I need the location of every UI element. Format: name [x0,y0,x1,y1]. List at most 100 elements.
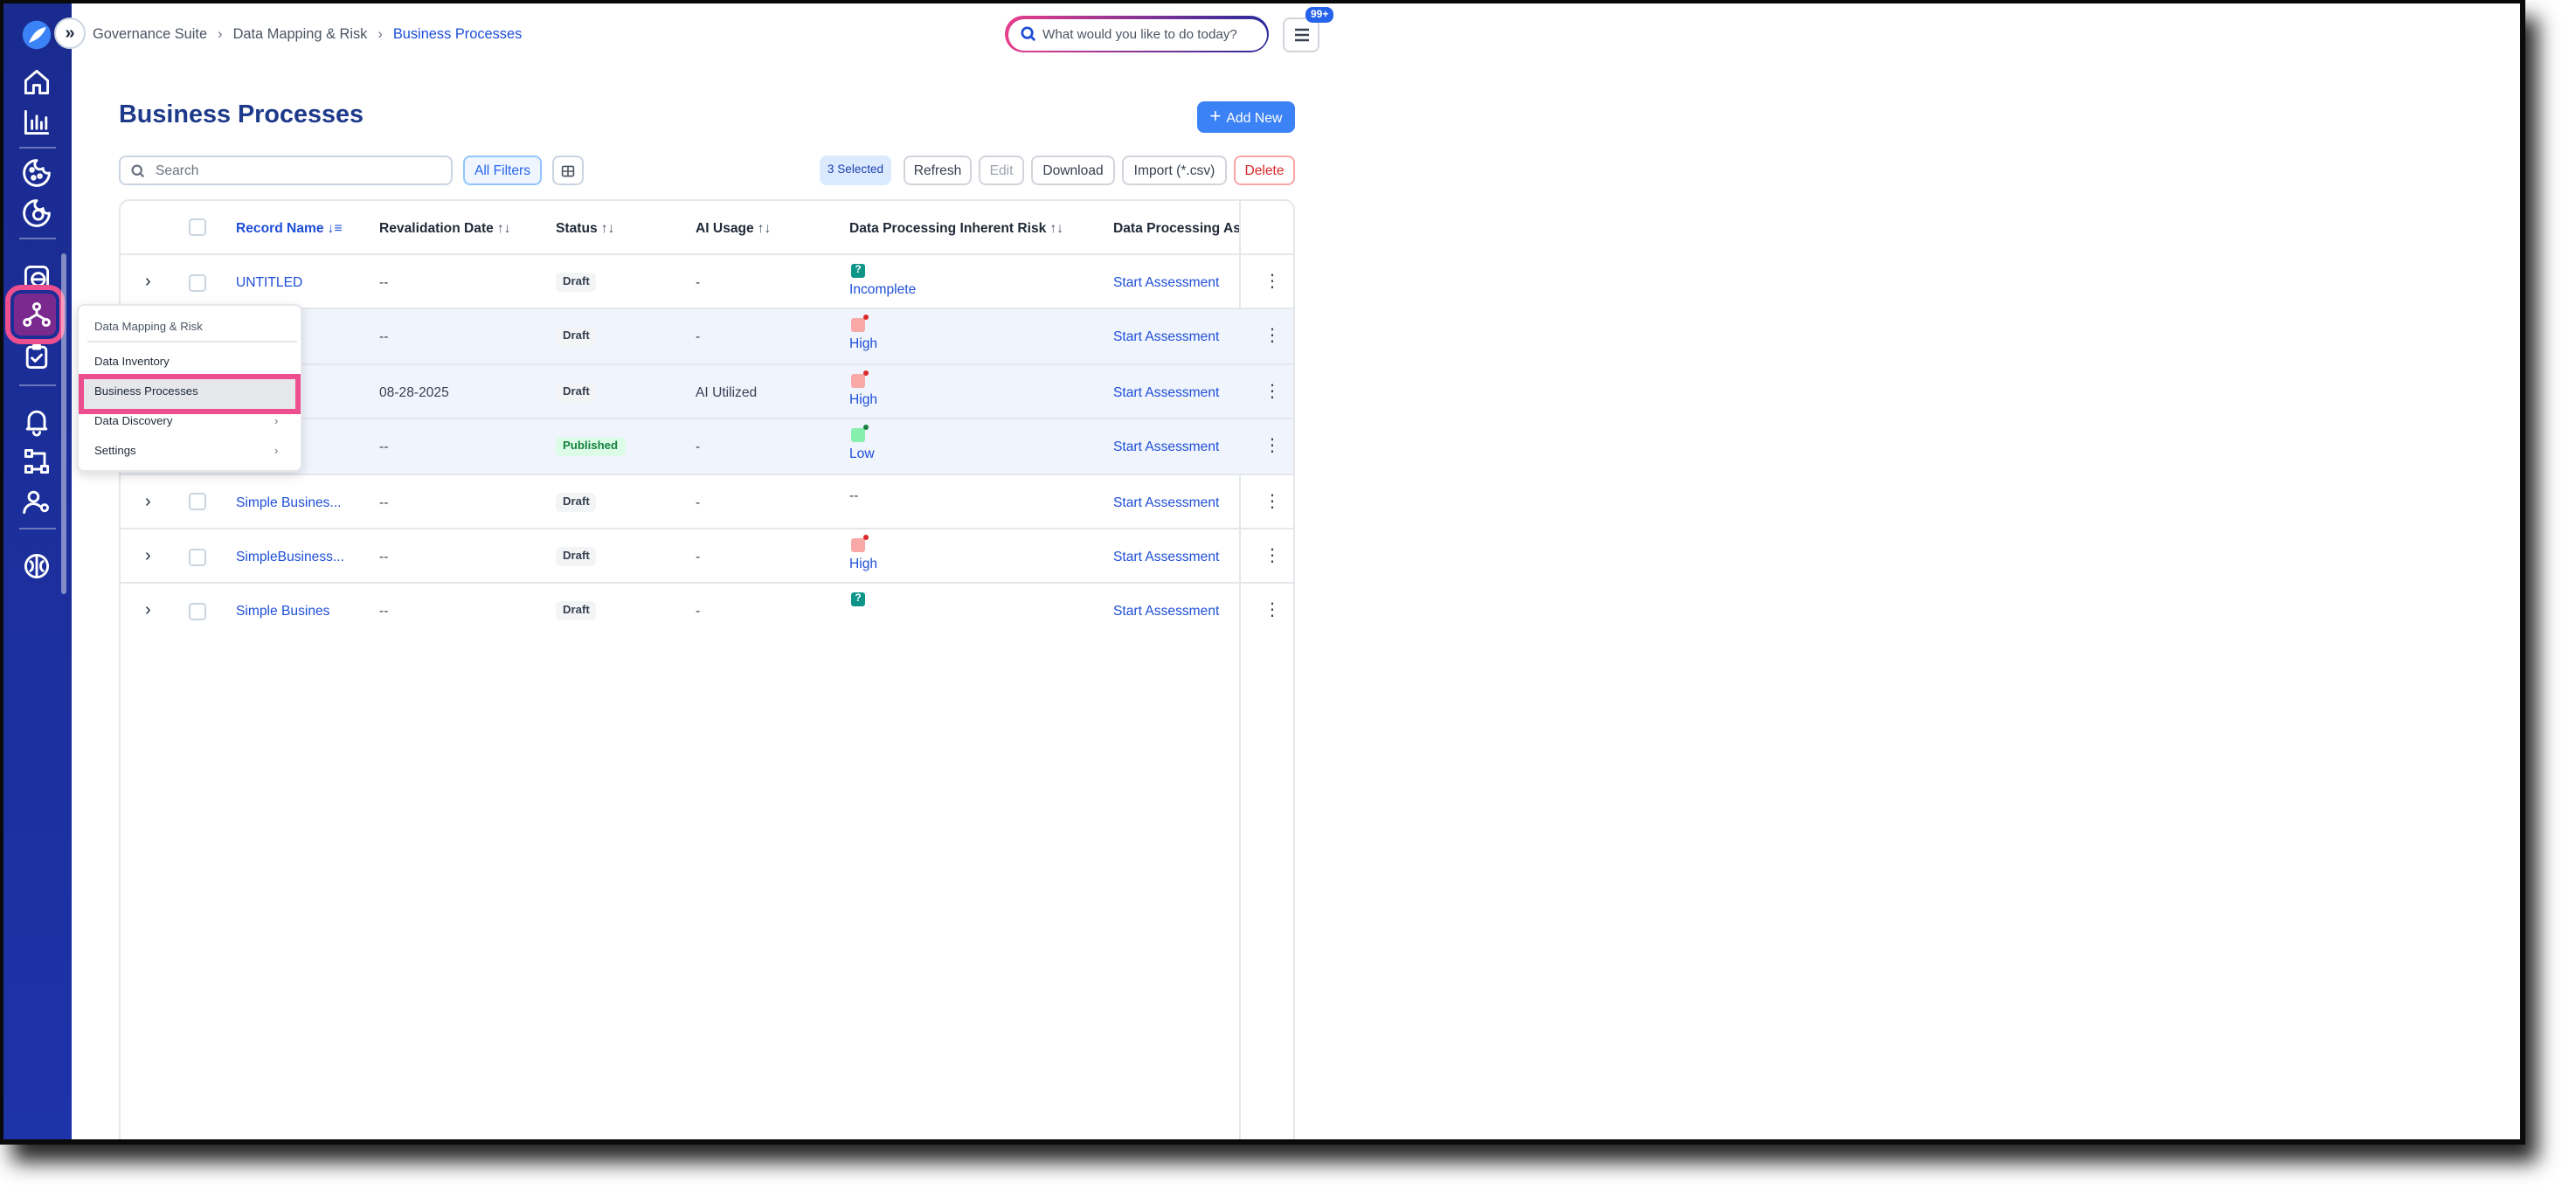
row-checkbox[interactable] [189,273,206,291]
consent-icon[interactable] [19,196,54,231]
status-badge: Draft [556,601,597,621]
brain-icon[interactable] [19,549,54,584]
sort-icon[interactable]: ↑↓ [1049,219,1063,235]
checklist-icon[interactable] [19,339,54,374]
record-name-link[interactable]: Simple Busines... [236,474,342,529]
sort-icon[interactable]: ↑↓ [758,219,772,235]
all-filters-button[interactable]: All Filters [463,156,542,185]
column-header-ai-usage[interactable]: AI Usage ↑↓ [696,201,771,253]
sort-icon[interactable]: ↑↓ [601,219,615,235]
row-actions-menu-icon[interactable]: ⋮ [1264,474,1281,529]
logo-icon[interactable] [19,17,54,52]
risk-value[interactable]: Incomplete [849,281,916,297]
table-row[interactable]: › SimpleBusiness... -- Draft - High Start Asse… [121,528,1293,584]
start-assessment-link[interactable]: Start Assessment [1113,310,1219,364]
record-name-link[interactable]: SimpleBusiness... [236,529,344,584]
record-name-link[interactable]: UNTITLED [236,255,302,309]
start-assessment-link[interactable]: Start Assessment [1113,365,1219,419]
breadcrumb-governance-suite[interactable]: Governance Suite [93,26,207,42]
record-name-link[interactable]: Simple Busines [236,585,330,639]
expand-sidebar-button[interactable]: » [54,17,86,49]
column-header-inherent-risk[interactable]: Data Processing Inherent Risk ↑↓ [849,201,1063,253]
home-icon[interactable] [19,65,54,100]
edit-button[interactable]: Edit [979,156,1024,185]
start-assessment-link[interactable]: Start Assessment [1113,474,1219,529]
refresh-button[interactable]: Refresh [904,156,972,185]
risk-cell: High [849,370,877,407]
menu-item-settings[interactable]: Settings › [94,446,287,458]
risk-value[interactable]: High [849,556,877,571]
start-assessment-link[interactable]: Start Assessment [1113,255,1219,309]
sidebar [3,3,72,1139]
ai-usage: AI Utilized [696,384,758,400]
row-actions-menu-icon[interactable]: ⋮ [1264,529,1281,584]
column-layout-button[interactable] [552,156,584,185]
search-input[interactable]: Search [119,156,453,185]
table-row[interactable]: › UNTITLED -- Draft -? Incomplete Start Assess… [121,253,1293,309]
workflow-icon[interactable] [19,444,54,479]
column-header-record-name[interactable]: Record Name ↓≡ [236,201,342,253]
row-actions-menu-icon[interactable]: ⋮ [1264,585,1281,639]
risk-cell: High [849,535,877,571]
bell-icon[interactable] [19,404,54,439]
column-header-status[interactable]: Status ↑↓ [556,201,614,253]
download-button[interactable]: Download [1031,156,1115,185]
row-checkbox[interactable] [189,493,206,511]
breadcrumb-data-mapping[interactable]: Data Mapping & Risk [233,26,368,42]
delete-button[interactable]: Delete [1234,156,1295,185]
row-actions-menu-icon[interactable]: ⋮ [1264,365,1281,419]
start-assessment-link[interactable]: Start Assessment [1113,529,1219,584]
user-settings-icon[interactable] [19,484,54,519]
page-title: Business Processes [119,101,364,129]
revalidation-date: -- [379,439,389,455]
sidebar-divider [19,528,56,529]
row-actions-menu-icon[interactable]: ⋮ [1264,310,1281,364]
revalidation-date: 08-28-2025 [379,384,449,400]
row-checkbox[interactable] [189,602,206,620]
row-actions-menu-icon[interactable]: ⋮ [1264,255,1281,309]
table-row[interactable]: › Simple Busines... -- Draft - -- Start Assess… [121,473,1293,529]
risk-value[interactable]: Low [849,446,875,461]
menu-item-business-processes[interactable]: Business Processes [94,386,198,398]
start-assessment-link[interactable]: Start Assessment [1113,585,1219,639]
column-label: AI Usage [696,219,754,235]
global-search[interactable]: What would you like to do today? [1005,16,1269,52]
column-label: Status [556,219,598,235]
flyout-header: Data Mapping & Risk [94,322,203,334]
analytics-icon[interactable] [19,105,54,140]
expand-row-button[interactable]: › [145,585,151,639]
revalidation-date: -- [379,329,389,345]
menu-item-data-inventory[interactable]: Data Inventory [94,356,170,369]
row-actions-menu-icon[interactable]: ⋮ [1264,419,1281,474]
status-badge: Draft [556,382,597,402]
cookie-icon[interactable] [19,156,54,190]
select-all-checkbox[interactable] [189,218,206,236]
column-header-assessment[interactable]: Data Processing Ass [1113,201,1239,253]
row-checkbox-cell [189,529,206,584]
row-checkbox[interactable] [189,548,206,565]
menu-item-label: Settings [94,446,136,458]
data-map-icon[interactable] [19,297,54,332]
sort-icon[interactable]: ↑↓ [497,219,511,235]
breadcrumb: Governance Suite › Data Mapping & Risk ›… [93,26,522,42]
global-search-input[interactable]: What would you like to do today? [1042,26,1237,42]
sort-desc-icon[interactable]: ↓≡ [328,219,343,235]
expand-row-button[interactable]: › [145,474,151,529]
risk-value[interactable]: High [849,336,877,352]
revalidation-date: -- [379,274,389,290]
sidebar-scrollbar[interactable] [61,253,66,594]
expand-row-button[interactable]: › [145,529,151,584]
import-csv-button[interactable]: Import (*.csv) [1122,156,1227,185]
menu-item-data-discovery[interactable]: Data Discovery › [94,416,287,428]
plus-icon: + [1209,107,1222,128]
add-new-button[interactable]: + Add New [1197,101,1295,133]
sidebar-divider [19,238,56,239]
globe-icon[interactable] [19,260,54,295]
table-row[interactable]: › Simple Busines -- Draft -? Start Assessment… [121,582,1293,639]
risk-value[interactable]: High [849,391,877,407]
task-list-button[interactable] [1283,17,1319,52]
expand-row-button[interactable]: › [145,255,151,309]
column-header-revalidation-date[interactable]: Revalidation Date ↑↓ [379,201,510,253]
start-assessment-link[interactable]: Start Assessment [1113,419,1219,474]
search-icon [131,163,145,177]
